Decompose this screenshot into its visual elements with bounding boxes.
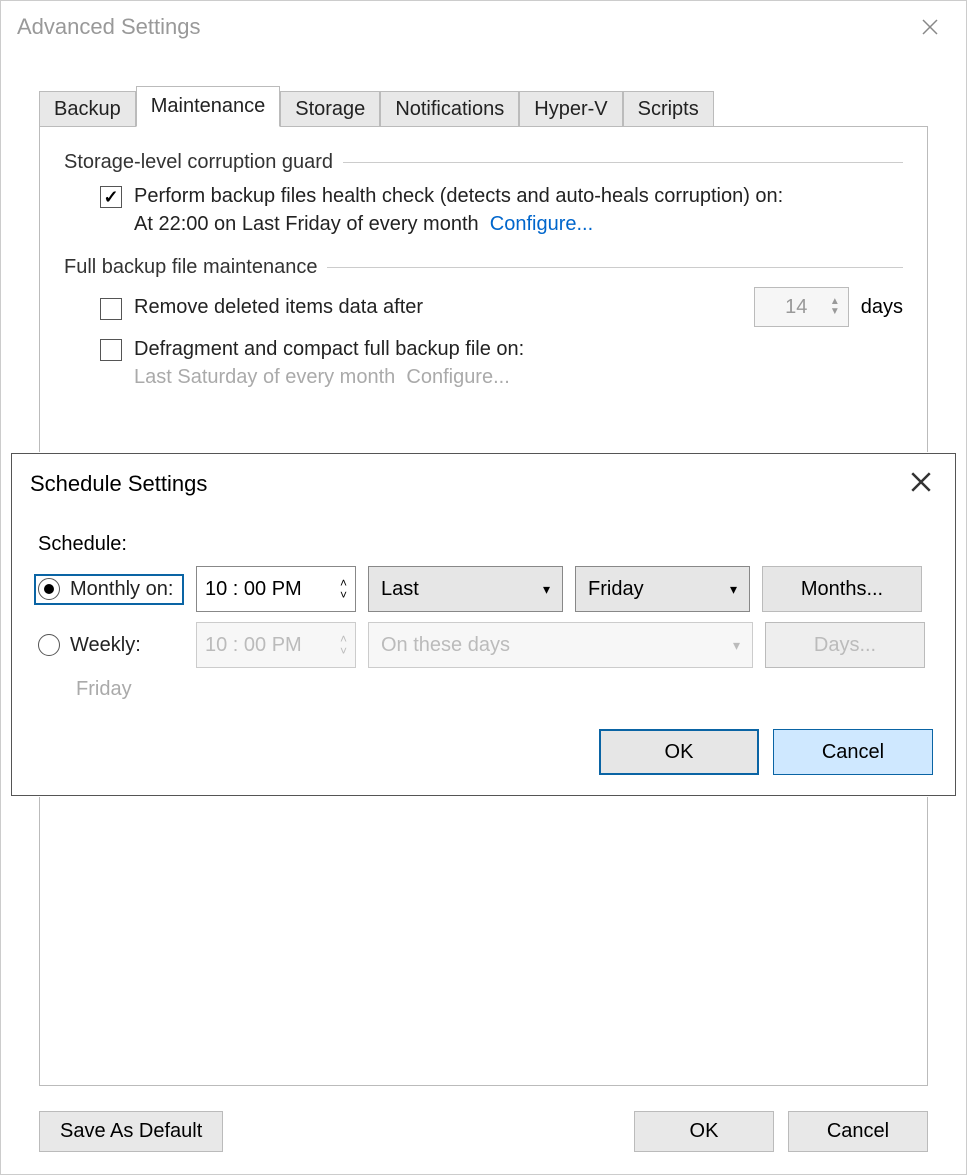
monthly-time-input[interactable]: 10 : 00 PM ˄˅ [196, 566, 356, 612]
dialog-ok-button[interactable]: OK [599, 729, 759, 775]
window-title: Advanced Settings [17, 14, 910, 40]
defragment-label: Defragment and compact full backup file … [134, 335, 903, 391]
tab-bar: Backup Maintenance Storage Notifications… [39, 85, 966, 126]
tab-notifications[interactable]: Notifications [380, 91, 519, 127]
dialog-close-button[interactable] [905, 468, 937, 499]
group-storage-corruption-guard: Storage-level corruption guard [64, 151, 343, 174]
time-spinner-icon: ˄˅ [340, 633, 347, 657]
weekly-radio-option[interactable]: Weekly: [34, 630, 184, 661]
days-unit-label: days [861, 296, 903, 319]
chevron-down-icon: ▾ [730, 581, 737, 598]
weekly-time-input: 10 : 00 PM ˄˅ [196, 622, 356, 668]
weekly-radio[interactable] [38, 634, 60, 656]
healthcheck-configure-link[interactable]: Configure... [490, 213, 593, 235]
monthly-ordinal-dropdown[interactable]: Last ▾ [368, 566, 563, 612]
divider [327, 267, 903, 268]
tab-storage[interactable]: Storage [280, 91, 380, 127]
group-full-backup-maintenance: Full backup file maintenance [64, 256, 327, 279]
months-button[interactable]: Months... [762, 566, 922, 612]
tab-maintenance[interactable]: Maintenance [136, 86, 281, 127]
monthly-day-dropdown[interactable]: Friday ▾ [575, 566, 750, 612]
schedule-label: Schedule: [38, 533, 933, 556]
dialog-cancel-button[interactable]: Cancel [773, 729, 933, 775]
healthcheck-checkbox[interactable] [100, 186, 122, 208]
monthly-radio-option[interactable]: Monthly on: [34, 574, 184, 605]
chevron-down-icon: ▾ [733, 637, 740, 654]
cancel-button[interactable]: Cancel [788, 1111, 928, 1152]
days-button: Days... [765, 622, 925, 668]
healthcheck-label: Perform backup files health check (detec… [134, 182, 903, 238]
dialog-title: Schedule Settings [30, 471, 905, 497]
save-as-default-button[interactable]: Save As Default [39, 1111, 223, 1152]
tab-hyperv[interactable]: Hyper-V [519, 91, 622, 127]
remove-deleted-checkbox[interactable] [100, 298, 122, 320]
remove-days-spinner[interactable]: 14 ▲▼ [754, 287, 849, 327]
spinner-arrows-icon: ▲▼ [830, 297, 840, 317]
schedule-settings-dialog: Schedule Settings Schedule: Monthly on: … [11, 453, 956, 796]
chevron-down-icon: ▾ [543, 581, 550, 598]
weekly-days-summary: Friday [76, 678, 933, 701]
divider [343, 162, 903, 163]
time-spinner-icon: ˄˅ [340, 577, 347, 601]
defragment-checkbox[interactable] [100, 339, 122, 361]
tab-scripts[interactable]: Scripts [623, 91, 714, 127]
ok-button[interactable]: OK [634, 1111, 774, 1152]
tab-backup[interactable]: Backup [39, 91, 136, 127]
window-close-button[interactable] [910, 7, 950, 47]
defragment-configure-link: Configure... [406, 366, 509, 388]
remove-deleted-label: Remove deleted items data after [134, 293, 754, 321]
monthly-radio[interactable] [38, 578, 60, 600]
weekly-days-dropdown: On these days ▾ [368, 622, 753, 668]
